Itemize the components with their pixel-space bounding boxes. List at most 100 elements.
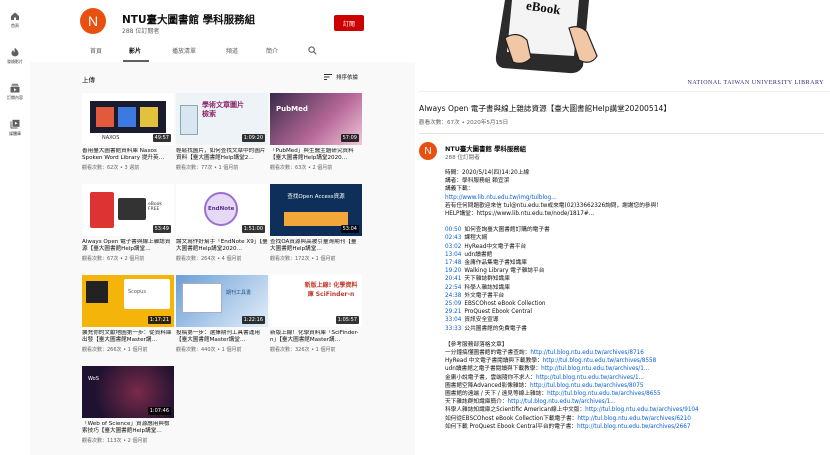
desc-line[interactable]: HELP講堂：https://www.lib.ntu.edu.tw/node/1…: [445, 210, 825, 218]
chapter-item[interactable]: 02:43 課程大綱: [445, 234, 825, 242]
reference-text: udn讀書館之電子書閱讀與下載教學：: [445, 366, 542, 373]
chapter-item[interactable]: 33:04 資訊安全宣導: [445, 316, 825, 324]
sidebar-item-home[interactable]: 首頁: [0, 4, 30, 36]
video-player[interactable]: eBook NATIONAL TAIWAN UNIVERSITY LIBRARY: [419, 0, 830, 92]
video-thumbnail[interactable]: NAXOS 49:57: [82, 93, 174, 145]
video-title[interactable]: 善用臺大圖書館資料庫 Naxos Spoken Word Library 提升英…: [82, 148, 174, 163]
video-thumbnail[interactable]: 學術文章圖片檢索 1:09:20: [176, 93, 268, 145]
chapter-label: ProQuest Ebook Central: [464, 309, 532, 316]
reference-link[interactable]: http://tul.blog.ntu.edu.tw/archives/1...: [541, 366, 649, 372]
chapter-timestamp[interactable]: 24:38: [445, 293, 461, 299]
reference-link[interactable]: http://tul.blog.ntu.edu.tw/archives/1...: [536, 375, 644, 381]
reference-link[interactable]: http://tul.blog.ntu.edu.tw/archives/8075: [530, 383, 644, 389]
tab-about[interactable]: 簡介: [266, 46, 278, 55]
video-card[interactable]: 學術文章圖片檢索 1:09:20 輕鬆找圖片，如何查找文章中的圖片資料【臺大圖書…: [176, 93, 268, 171]
reference-item: HyRead 中文電子書閱讀與下載教學：http://tul.blog.ntu.…: [445, 357, 825, 365]
chapter-timestamp[interactable]: 03:02: [445, 244, 461, 250]
video-title[interactable]: 查找OA資源與高被引臺灣期刊【臺大圖書館Help講堂…: [270, 239, 362, 254]
chapter-label: Walking Library 電子雜誌平台: [464, 268, 545, 275]
owner-avatar[interactable]: N: [419, 142, 437, 160]
video-title[interactable]: 「Web of Science」資源應用與檢索技巧【臺大圖書館Help講堂…: [82, 421, 174, 436]
chapter-timestamp[interactable]: 33:04: [445, 317, 461, 323]
tab-channels[interactable]: 頻道: [226, 46, 238, 55]
chapter-timestamp[interactable]: 20:41: [445, 276, 461, 282]
reference-link[interactable]: http://tul.blog.ntu.edu.tw/archives/2667: [577, 424, 691, 430]
sort-menu[interactable]: 排序依據: [324, 73, 358, 81]
video-thumbnail[interactable]: 查找Open Access資源 53:04: [270, 184, 362, 236]
video-thumbnail[interactable]: Scopus 1:17:21: [82, 275, 174, 327]
video-title[interactable]: 輕鬆找圖片，如何查找文章中的圖片資料【臺大圖書館Help講堂2…: [176, 148, 268, 163]
video-card[interactable]: EndNote 1:51:00 論文寫作好幫手「EndNote X9」【臺大圖書…: [176, 184, 268, 262]
video-title[interactable]: 新版上線！化學資料庫「SciFinder-n」【臺大圖書館Master講…: [270, 330, 362, 345]
video-card[interactable]: eBook FREE 53:49 Always Open 電子書與線上雜誌資源【…: [82, 184, 174, 262]
reference-link[interactable]: http://tul.blog.ntu.edu.tw/archives/6210: [577, 416, 691, 422]
chapter-item[interactable]: 00:50 如何查詢臺大圖書館訂購的電子書: [445, 226, 825, 234]
sidebar-item-library[interactable]: 媒體庫: [0, 112, 30, 144]
reference-link[interactable]: http://tul.blog.ntu.edu.tw/archives/8716: [530, 350, 644, 356]
chapter-item[interactable]: 13:04 udn讀書館: [445, 251, 825, 259]
reference-link[interactable]: http://tul.blog.ntu.edu.tw/archives/1...: [508, 399, 616, 405]
tab-playlists[interactable]: 播放清單: [172, 46, 196, 55]
chapter-item[interactable]: 20:41 天下雜誌群知識庫: [445, 275, 825, 283]
tab-home[interactable]: 首頁: [90, 46, 102, 55]
video-thumbnail[interactable]: EndNote 1:51:00: [176, 184, 268, 236]
chapter-item[interactable]: 03:02 HyRead中文電子書平台: [445, 243, 825, 251]
video-thumbnail[interactable]: 期刊工具書 1:22:16: [176, 275, 268, 327]
video-title[interactable]: 「PubMed」與生醫主題研究資料【臺大圖書館Help講堂2020…: [270, 148, 362, 163]
video-card[interactable]: NAXOS 49:57 善用臺大圖書館資料庫 Naxos Spoken Word…: [82, 93, 174, 171]
chapter-item[interactable]: 29:21 ProQuest Ebook Central: [445, 308, 825, 316]
reference-link[interactable]: http://tul.blog.ntu.edu.tw/archives/9104: [585, 407, 699, 413]
subscriptions-icon: [10, 83, 20, 93]
tab-videos[interactable]: 影片: [129, 46, 141, 55]
chapter-item[interactable]: 22:54 科學人雜誌知識庫: [445, 284, 825, 292]
reference-link[interactable]: http://tul.blog.ntu.edu.tw/archives/8655: [547, 391, 661, 397]
video-card[interactable]: 查找Open Access資源 53:04 查找OA資源與高被引臺灣期刊【臺大圖…: [270, 184, 362, 262]
chapter-timestamp[interactable]: 19:20: [445, 268, 461, 274]
chapter-label: 外文電子書平台: [464, 292, 505, 299]
chapter-timestamp[interactable]: 33:33: [445, 326, 461, 332]
video-title[interactable]: 擴充你的文獻地圖第一步：從資料庫出發【臺大圖書館Master講…: [82, 330, 174, 345]
chapter-timestamp[interactable]: 13:04: [445, 252, 461, 258]
sidebar-item-explore[interactable]: 發燒影片: [0, 40, 30, 72]
video-card[interactable]: 新版上線! 化學資料庫 SciFinder-n 1:05:57 新版上線！化學資…: [270, 275, 362, 353]
reference-link[interactable]: http://tul.blog.ntu.edu.tw/archives/8558: [543, 358, 657, 364]
chapter-timestamp[interactable]: 00:50: [445, 227, 461, 233]
chapter-item[interactable]: 17:48 金庸作品集電子書知識庫: [445, 259, 825, 267]
chapter-label: 資訊安全宣導: [464, 317, 499, 324]
desc-link[interactable]: http://www.lib.ntu.edu.tw/img/tulblog...: [445, 194, 825, 202]
channel-avatar[interactable]: N: [80, 8, 106, 34]
video-title[interactable]: 投稿第一步：選擇期刊工具書運用【臺大圖書館Master講堂…: [176, 330, 268, 345]
chapter-timestamp[interactable]: 29:21: [445, 309, 461, 315]
desc-line: 講義下載：: [445, 186, 474, 193]
chapter-item[interactable]: 19:20 Walking Library 電子雜誌平台: [445, 267, 825, 275]
chapter-item[interactable]: 25:09 EBSCOhost eBook Collection: [445, 300, 825, 308]
owner-name[interactable]: NTU臺大圖書館 學科服務組: [445, 144, 526, 153]
video-card[interactable]: Scopus 1:17:21 擴充你的文獻地圖第一步：從資料庫出發【臺大圖書館M…: [82, 275, 174, 353]
chapter-item[interactable]: 33:33 公共圖書館的免費電子書: [445, 325, 825, 333]
subscribe-button[interactable]: 訂閱: [334, 15, 364, 31]
video-title[interactable]: 論文寫作好幫手「EndNote X9」【臺大圖書館Help講堂2020…: [176, 239, 268, 254]
library-icon: [10, 119, 20, 129]
search-icon[interactable]: [308, 46, 317, 55]
chapter-timestamp[interactable]: 22:54: [445, 285, 461, 291]
reference-text: 科學人雜誌知識庫之Scientific American線上中文版：: [445, 407, 586, 414]
channel-page: N NTU臺大圖書館 學科服務組 288 位訂閱者 訂閱 首頁 影片 播放清單 …: [30, 0, 415, 455]
video-card[interactable]: PubMed 57:09 「PubMed」與生醫主題研究資料【臺大圖書館Help…: [270, 93, 362, 171]
watch-page: eBook NATIONAL TAIWAN UNIVERSITY LIBRARY…: [415, 0, 830, 455]
sidebar-item-subscriptions[interactable]: 訂閱內容: [0, 76, 30, 108]
video-thumbnail[interactable]: eBook FREE 53:49: [82, 184, 174, 236]
video-card[interactable]: 期刊工具書 1:22:16 投稿第一步：選擇期刊工具書運用【臺大圖書館Maste…: [176, 275, 268, 353]
chapter-timestamp[interactable]: 02:43: [445, 235, 461, 241]
video-thumbnail[interactable]: PubMed 57:09: [270, 93, 362, 145]
library-logo: NATIONAL TAIWAN UNIVERSITY LIBRARY: [687, 80, 824, 86]
video-thumbnail[interactable]: WoS 1:07:46: [82, 366, 174, 418]
chapter-timestamp[interactable]: 25:09: [445, 301, 461, 307]
video-thumbnail[interactable]: 新版上線! 化學資料庫 SciFinder-n 1:05:57: [270, 275, 362, 327]
chapter-label: 如何查詢臺大圖書館訂購的電子書: [464, 227, 550, 234]
video-card[interactable]: WoS 1:07:46 「Web of Science」資源應用與檢索技巧【臺大…: [82, 366, 174, 444]
chapter-timestamp[interactable]: 17:48: [445, 260, 461, 266]
sort-label: 排序依據: [336, 75, 359, 81]
reference-item: 圖書館的遠端 / 天下 / 遠見等線上雜誌：http://tul.blog.nt…: [445, 390, 825, 398]
chapter-item[interactable]: 24:38 外文電子書平台: [445, 292, 825, 300]
video-title[interactable]: Always Open 電子書與線上雜誌資源【臺大圖書館Help講堂…: [82, 239, 174, 254]
